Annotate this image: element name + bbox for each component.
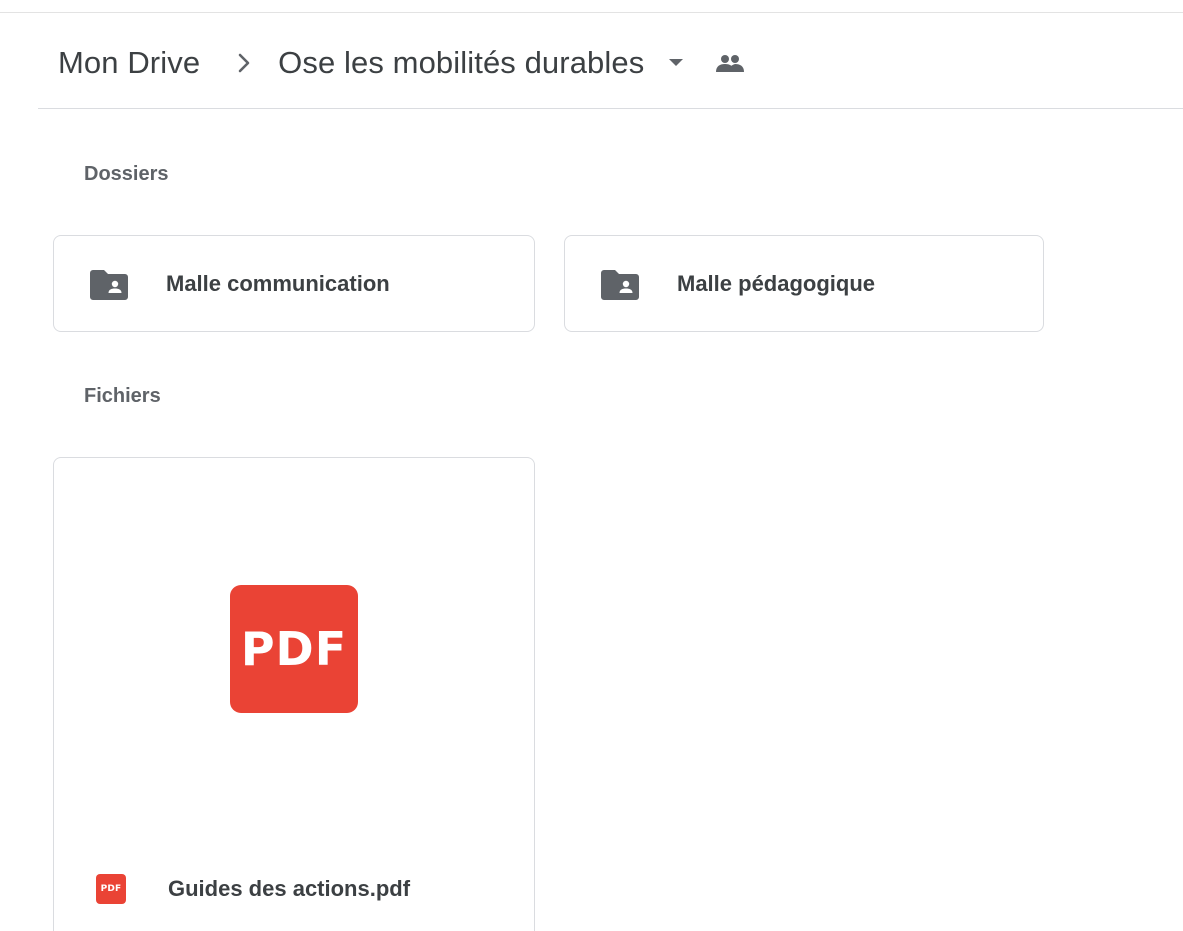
breadcrumb-root-link[interactable]: Mon Drive <box>58 38 200 88</box>
folder-name: Malle communication <box>166 270 390 296</box>
folder-name: Malle pédagogique <box>677 270 876 296</box>
folder-card-malle-pedagogique[interactable]: Malle pédagogique <box>564 235 1044 332</box>
pdf-icon: PDF <box>96 874 126 904</box>
pdf-preview-thumbnail: PDF <box>230 585 358 713</box>
shared-people-icon[interactable] <box>714 47 746 79</box>
chevron-right-icon <box>220 52 268 74</box>
top-divider <box>0 12 1183 13</box>
folders-section-label: Dossiers <box>84 163 169 185</box>
pdf-icon-label: PDF <box>100 884 122 894</box>
shared-folder-icon <box>90 267 128 301</box>
breadcrumb-current-label: Ose les mobilités durables <box>278 45 645 80</box>
shared-folder-icon <box>601 267 639 301</box>
header-divider <box>38 108 1183 109</box>
caret-down-icon[interactable] <box>660 47 692 79</box>
pdf-preview-label: PDF <box>240 622 348 676</box>
file-card-guides-des-actions[interactable]: PDF PDF Guides des actions.pdf <box>53 457 535 931</box>
file-footer: PDF Guides des actions.pdf <box>96 871 410 907</box>
files-section-label: Fichiers <box>84 385 161 407</box>
folder-card-malle-communication[interactable]: Malle communication <box>53 235 535 332</box>
breadcrumb: Mon Drive Ose les mobilités durables <box>58 38 746 88</box>
breadcrumb-current-folder[interactable]: Ose les mobilités durables <box>278 38 692 88</box>
file-name: Guides des actions.pdf <box>168 876 411 901</box>
drive-folder-view: Mon Drive Ose les mobilités durables Dos… <box>0 0 1183 931</box>
